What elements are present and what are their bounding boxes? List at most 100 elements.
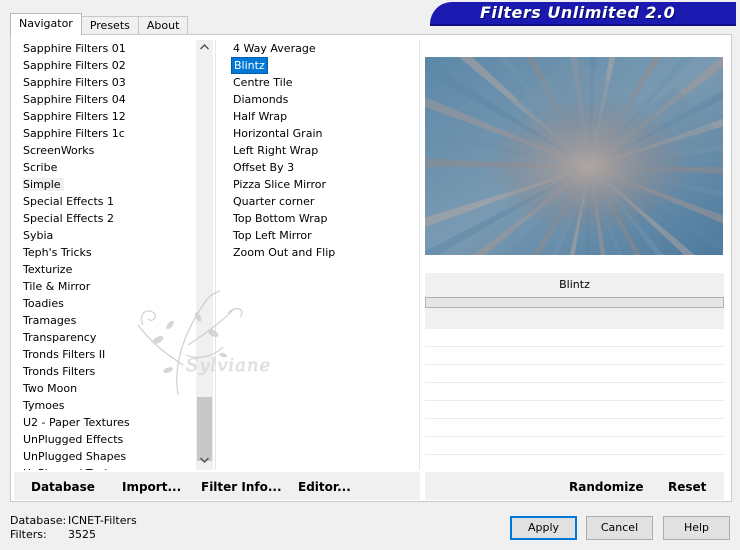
category-item[interactable]: U2 - Paper Textures [14,414,194,431]
category-item-label: Toadies [23,297,64,310]
category-item-label: Simple [23,178,64,191]
parameter-row-line [425,400,724,401]
filter-item-label: Top Bottom Wrap [233,212,328,225]
parameter-row-line [425,454,724,455]
category-item-label: Sapphire Filters 04 [23,93,126,106]
filter-item[interactable]: Top Bottom Wrap [222,210,418,227]
database-button[interactable]: Database [31,472,95,500]
category-item[interactable]: Two Moon [14,380,194,397]
category-item-label: Teph's Tricks [23,246,92,259]
filter-item[interactable]: Half Wrap [222,108,418,125]
category-item-label: Tile & Mirror [23,280,91,293]
scroll-thumb[interactable] [197,397,212,461]
tab-about[interactable]: About [137,16,189,35]
database-value: ICNET-Filters [68,514,137,527]
category-item[interactable]: Sapphire Filters 04 [14,91,194,108]
filter-item-label: 4 Way Average [233,42,316,55]
reset-button[interactable]: Reset [668,472,706,500]
category-item[interactable]: Transparency [14,329,194,346]
filter-item-label: Horizontal Grain [233,127,323,140]
parameter-row-line [425,346,724,347]
filter-item[interactable]: Offset By 3 [222,159,418,176]
category-item-label: Sapphire Filters 1c [23,127,125,140]
list-divider [215,40,216,470]
help-button[interactable]: Help [663,516,730,540]
category-item[interactable]: UnPlugged Tools [14,465,194,470]
category-item[interactable]: Tramages [14,312,194,329]
tab-navigator[interactable]: Navigator [10,13,82,35]
filter-info-button[interactable]: Filter Info... [201,472,282,500]
filter-item[interactable]: Left Right Wrap [222,142,418,159]
filter-item[interactable]: Horizontal Grain [222,125,418,142]
category-item-label: Sapphire Filters 01 [23,42,126,55]
chevron-down-icon[interactable] [196,453,213,470]
category-item-label: Tronds Filters II [23,348,106,361]
category-item[interactable]: Tymoes [14,397,194,414]
category-item-label: U2 - Paper Textures [23,416,130,429]
parameter-row-line [425,364,724,365]
filter-item[interactable]: Top Left Mirror [222,227,418,244]
category-item-label: Sybia [23,229,54,242]
cancel-button[interactable]: Cancel [586,516,653,540]
category-scrollbar[interactable] [196,40,213,470]
editor-button[interactable]: Editor... [298,472,351,500]
category-item[interactable]: Scribe [14,159,194,176]
category-item[interactable]: ScreenWorks [14,142,194,159]
category-item[interactable]: Texturize [14,261,194,278]
category-item-label: Tymoes [23,399,65,412]
parameter-row [425,308,724,329]
tab-presets[interactable]: Presets [80,16,139,35]
filter-item[interactable]: 4 Way Average [222,40,418,57]
filter-item[interactable]: Quarter corner [222,193,418,210]
category-item-label: Tramages [23,314,77,327]
database-label: Database: [10,514,67,527]
filter-item-label: Centre Tile [233,76,293,89]
category-item-label: Special Effects 1 [23,195,115,208]
randomize-button[interactable]: Randomize [569,472,643,500]
filter-item[interactable]: Centre Tile [222,74,418,91]
import-button[interactable]: Import... [122,472,181,500]
filters-count-value: 3525 [68,528,96,541]
category-item-label: ScreenWorks [23,144,95,157]
category-list[interactable]: Sapphire Filters 01 Sapphire Filters 02 Sa… [14,40,194,470]
filter-item-label: Offset By 3 [233,161,295,174]
filter-item[interactable]: Pizza Slice Mirror [222,176,418,193]
category-item-label: Transparency [23,331,97,344]
filter-preview-image [425,57,723,255]
category-item-label: Tronds Filters [23,365,96,378]
category-item[interactable]: Sapphire Filters 12 [14,108,194,125]
apply-button[interactable]: Apply [510,516,577,540]
category-item[interactable]: Tile & Mirror [14,278,194,295]
category-item[interactable]: Sapphire Filters 02 [14,57,194,74]
category-item[interactable]: Special Effects 2 [14,210,194,227]
filter-item-label: Pizza Slice Mirror [233,178,327,191]
parameter-slider[interactable] [425,297,724,308]
app-banner: Filters Unlimited 2.0 [430,2,736,26]
parameter-row-line [425,382,724,383]
category-item[interactable]: Toadies [14,295,194,312]
category-item-label: Sapphire Filters 12 [23,110,126,123]
app-title: Filters Unlimited 2.0 [480,3,676,22]
category-item[interactable]: Sapphire Filters 1c [14,125,194,142]
category-item[interactable]: Tronds Filters II [14,346,194,363]
filter-item[interactable]: Zoom Out and Flip [222,244,418,261]
filter-item-label: Zoom Out and Flip [233,246,336,259]
category-item[interactable]: Sapphire Filters 01 [14,40,194,57]
category-item[interactable]: Special Effects 1 [14,193,194,210]
category-item[interactable]: Tronds Filters [14,363,194,380]
category-item[interactable]: Sapphire Filters 03 [14,74,194,91]
category-item[interactable]: UnPlugged Effects [14,431,194,448]
category-item-label: Special Effects 2 [23,212,115,225]
selected-filter-name: Blintz [425,273,724,297]
filter-list[interactable]: 4 Way Average Blintz Centre Tile Diamonds Ha… [222,40,418,470]
filter-item[interactable]: Diamonds [222,91,418,108]
category-item[interactable]: Simple [14,176,194,193]
filter-item-label: Top Left Mirror [233,229,312,242]
category-item[interactable]: Sybia [14,227,194,244]
filter-item[interactable]: Blintz [222,57,418,74]
category-item[interactable]: UnPlugged Shapes [14,448,194,465]
category-item-label: UnPlugged Tools [23,467,113,470]
list-divider [419,40,420,470]
category-item[interactable]: Teph's Tricks [14,244,194,261]
chevron-up-icon[interactable] [196,40,213,57]
